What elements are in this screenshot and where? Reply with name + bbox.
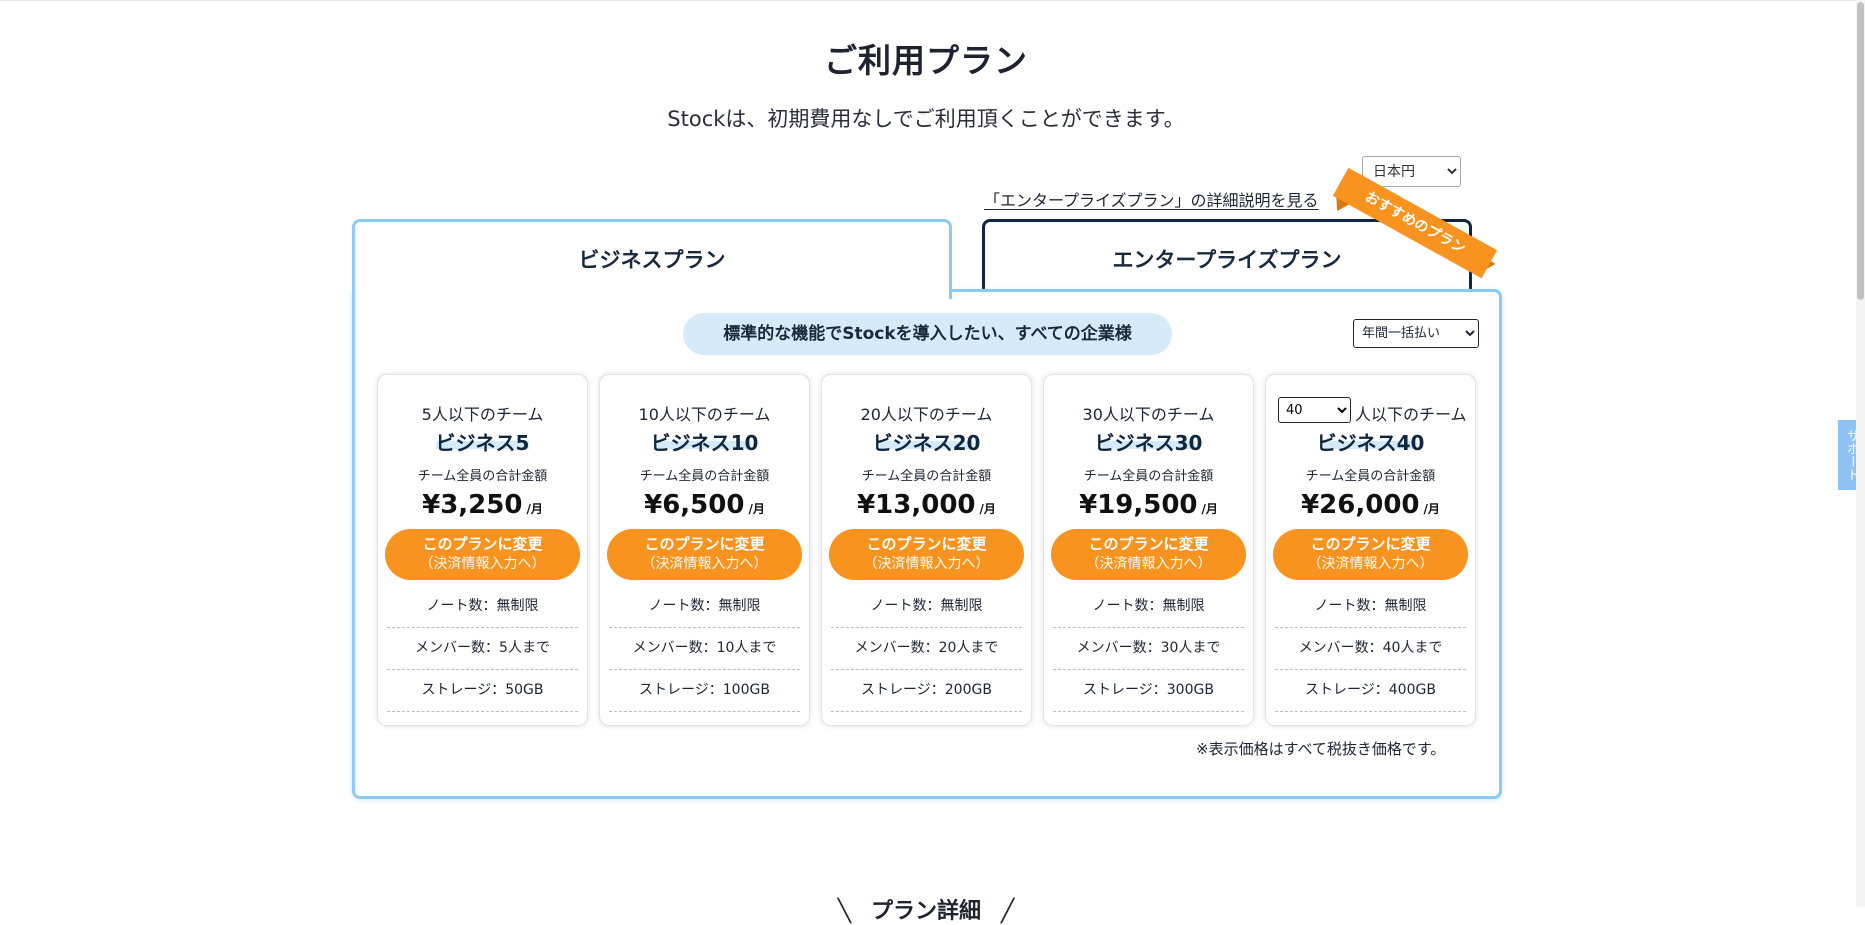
feature-members: メンバー数：40人まで (1275, 627, 1466, 670)
total-price-label: チーム全員の合計金額 (861, 469, 992, 484)
page-title: ご利用プラン (824, 41, 1028, 80)
feature-notes: ノート数：無制限 (831, 585, 1022, 628)
feature-notes: ノート数：無制限 (609, 585, 800, 628)
feature-notes: ノート数：無制限 (1053, 585, 1244, 628)
plan-name: ビジネス5 (435, 431, 530, 455)
change-plan-button[interactable]: このプランに変更 （決済情報入力へ） (607, 529, 802, 580)
plan-card-business30: 30人以下のチーム ビジネス30 チーム全員の合計金額 ¥19,500/月 この… (1043, 374, 1254, 726)
price-row: ¥26,000/月 (1266, 490, 1475, 520)
total-price-label: チーム全員の合計金額 (417, 469, 548, 484)
plan-card-business5: 5人以下のチーム ビジネス5 チーム全員の合計金額 ¥3,250/月 このプラン… (377, 374, 588, 726)
total-price-label: チーム全員の合計金額 (1305, 469, 1436, 484)
feature-storage: ストレージ：100GB (609, 669, 800, 712)
cta-label: このプランに変更 (866, 535, 987, 553)
plan-name: ビジネス10 (650, 431, 759, 455)
price-row: ¥3,250/月 (378, 490, 587, 520)
cta-sublabel: （決済情報入力へ） (863, 556, 990, 572)
feature-members: メンバー数：20人まで (831, 627, 1022, 670)
feature-storage: ストレージ：200GB (831, 669, 1022, 712)
feature-notes: ノート数：無制限 (1275, 585, 1466, 628)
plan-card-business20: 20人以下のチーム ビジネス20 チーム全員の合計金額 ¥13,000/月 この… (821, 374, 1032, 726)
price-row: ¥19,500/月 (1044, 490, 1253, 520)
team-size-select[interactable]: 40 (1278, 397, 1351, 423)
feature-storage: ストレージ：400GB (1275, 669, 1466, 712)
plan-price: ¥13,000 (857, 490, 976, 520)
plan-detail-heading: ╲ プラン詳細 ╱ (0, 893, 1852, 925)
plan-name: ビジネス20 (872, 431, 981, 455)
billing-cycle-select[interactable]: 年間一括払い (1353, 319, 1479, 348)
scrollbar-thumb[interactable] (1857, 2, 1864, 300)
cta-label: このプランに変更 (1088, 535, 1209, 553)
top-divider (0, 0, 1856, 1)
plan-price: ¥6,500 (644, 490, 745, 520)
chevron-left-icon: ╲ (837, 899, 851, 924)
team-size-label: 20人以下のチーム (860, 405, 993, 424)
change-plan-button[interactable]: このプランに変更 （決済情報入力へ） (1051, 529, 1246, 580)
total-price-label: チーム全員の合計金額 (639, 469, 770, 484)
change-plan-button[interactable]: このプランに変更 （決済情報入力へ） (829, 529, 1024, 580)
plan-name: ビジネス30 (1094, 431, 1203, 455)
cta-sublabel: （決済情報入力へ） (1307, 556, 1434, 572)
currency-select[interactable]: 日本円 (1362, 156, 1461, 187)
cta-label: このプランに変更 (644, 535, 765, 553)
price-period: /月 (979, 502, 996, 516)
feature-members: メンバー数：5人まで (387, 627, 578, 670)
plan-card-business10: 10人以下のチーム ビジネス10 チーム全員の合計金額 ¥6,500/月 このプ… (599, 374, 810, 726)
team-size-label: 人以下のチーム (1355, 405, 1467, 424)
cta-label: このプランに変更 (422, 535, 543, 553)
plan-detail-heading-text: プラン詳細 (870, 899, 981, 924)
feature-notes: ノート数：無制限 (387, 585, 578, 628)
team-size-label: 5人以下のチーム (421, 405, 544, 424)
cta-sublabel: （決済情報入力へ） (1085, 556, 1212, 572)
price-period: /月 (1201, 502, 1218, 516)
page-subtitle: Stockは、初期費用なしでご利用頂くことができます。 (667, 107, 1185, 131)
price-period: /月 (748, 502, 765, 516)
team-size-label: 10人以下のチーム (638, 405, 771, 424)
plan-price: ¥19,500 (1079, 490, 1198, 520)
feature-members: メンバー数：10人まで (609, 627, 800, 670)
tab-business-plan[interactable]: ビジネスプラン (352, 219, 952, 299)
feature-storage: ストレージ：50GB (387, 669, 578, 712)
feature-members: メンバー数：30人まで (1053, 627, 1244, 670)
total-price-label: チーム全員の合計金額 (1083, 469, 1214, 484)
cta-sublabel: （決済情報入力へ） (419, 556, 546, 572)
plan-price: ¥3,250 (422, 490, 523, 520)
price-row: ¥6,500/月 (600, 490, 809, 520)
change-plan-button[interactable]: このプランに変更 （決済情報入力へ） (1273, 529, 1468, 580)
audience-pill: 標準的な機能でStockを導入したい、すべての企業様 (683, 313, 1172, 355)
price-period: /月 (526, 502, 543, 516)
plan-name: ビジネス40 (1316, 431, 1425, 455)
cta-label: このプランに変更 (1310, 535, 1431, 553)
feature-storage: ストレージ：300GB (1053, 669, 1244, 712)
tab-enterprise-label: エンタープライズプラン (1112, 248, 1342, 272)
price-period: /月 (1423, 502, 1440, 516)
chevron-right-icon: ╱ (1001, 899, 1015, 924)
tax-note: ※表示価格はすべて税抜き価格です。 (1196, 740, 1446, 758)
plan-price: ¥26,000 (1301, 490, 1420, 520)
cta-sublabel: （決済情報入力へ） (641, 556, 768, 572)
plan-card-business40: 40 人以下のチーム ビジネス40 チーム全員の合計金額 ¥26,000/月 こ… (1265, 374, 1476, 726)
tab-business-label: ビジネスプラン (578, 248, 726, 272)
price-row: ¥13,000/月 (822, 490, 1031, 520)
team-size-label: 30人以下のチーム (1082, 405, 1215, 424)
change-plan-button[interactable]: このプランに変更 （決済情報入力へ） (385, 529, 580, 580)
enterprise-detail-link[interactable]: 「エンタープライズプラン」の詳細説明を見る (984, 187, 1319, 211)
